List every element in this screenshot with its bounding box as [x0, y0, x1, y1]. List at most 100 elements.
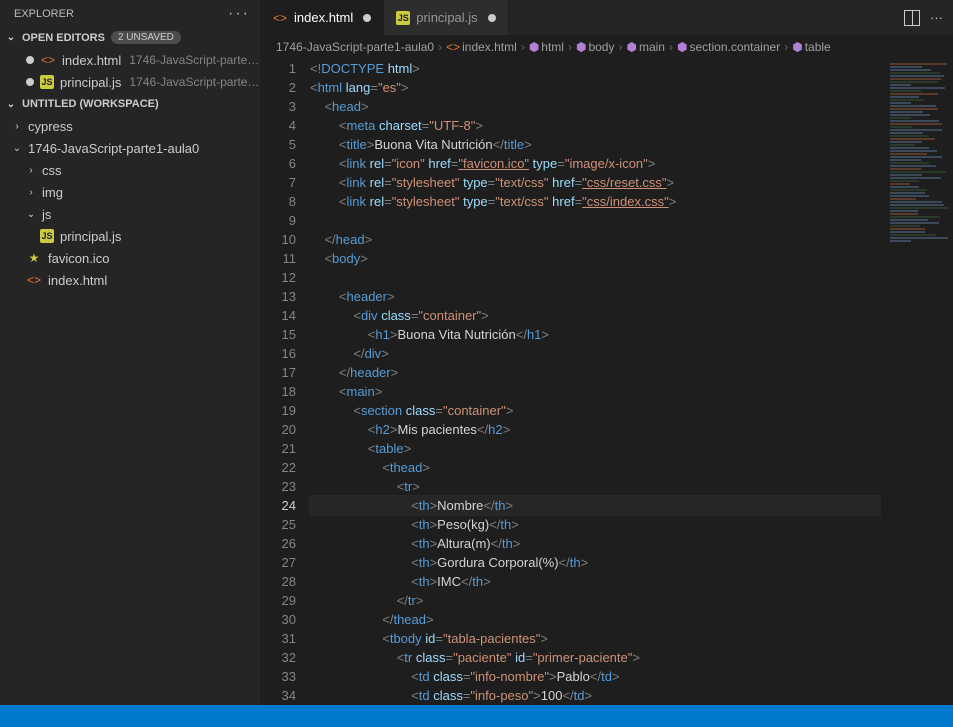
split-editor-icon[interactable]: [904, 10, 920, 26]
tab-bar: <>index.htmlJSprincipal.js ···: [260, 0, 953, 35]
code-line[interactable]: <div class="container">: [310, 306, 881, 325]
folder-item[interactable]: ›cypress: [0, 115, 260, 137]
line-number: 29: [260, 591, 296, 610]
folder-item[interactable]: ›img: [0, 181, 260, 203]
code-line[interactable]: </div>: [310, 344, 881, 363]
chevron-down-icon: ⌄: [6, 32, 16, 43]
code-line[interactable]: <td class="info-nombre">Pablo</td>: [310, 667, 881, 686]
code-line[interactable]: <body>: [310, 249, 881, 268]
code-line[interactable]: [310, 268, 881, 287]
chevron-down-icon: ⌄: [12, 143, 22, 154]
line-number: 11: [260, 249, 296, 268]
line-number: 12: [260, 268, 296, 287]
open-editor-item[interactable]: <>index.html1746-JavaScript-parte1-a...: [0, 49, 260, 71]
code-line[interactable]: <td class="info-peso">100</td>: [310, 686, 881, 705]
line-number: 14: [260, 306, 296, 325]
file-name: index.html: [62, 53, 121, 68]
code-editor[interactable]: 1234567891011121314151617181920212223242…: [260, 59, 953, 727]
breadcrumb-item[interactable]: ⬢html: [529, 40, 564, 54]
open-editors-header[interactable]: ⌄ OPEN EDITORS 2 UNSAVED: [0, 28, 260, 47]
code-line[interactable]: <th>Nombre</th>: [310, 496, 881, 515]
line-number: 33: [260, 667, 296, 686]
code-line[interactable]: <tbody id="tabla-pacientes">: [310, 629, 881, 648]
code-line[interactable]: </tr>: [310, 591, 881, 610]
modified-dot-icon: [488, 14, 496, 22]
symbol-icon: ⬢: [576, 40, 586, 54]
symbol-icon: ⬢: [529, 40, 539, 54]
code-line[interactable]: <th>Gordura Corporal(%)</th>: [310, 553, 881, 572]
code-line[interactable]: <title>Buona Vita Nutrición</title>: [310, 135, 881, 154]
folder-item[interactable]: ›css: [0, 159, 260, 181]
code-line[interactable]: <meta charset="UTF-8">: [310, 116, 881, 135]
code-line[interactable]: </thead>: [310, 610, 881, 629]
code-content[interactable]: <!DOCTYPE html><html lang="es"> <head> <…: [310, 59, 881, 727]
explorer-more-icon[interactable]: ···: [228, 5, 250, 23]
code-line[interactable]: <thead>: [310, 458, 881, 477]
folder-item[interactable]: ⌄1746-JavaScript-parte1-aula0: [0, 137, 260, 159]
code-line[interactable]: <th>Altura(m)</th>: [310, 534, 881, 553]
code-line[interactable]: <h1>Buona Vita Nutrición</h1>: [310, 325, 881, 344]
code-line[interactable]: <head>: [310, 97, 881, 116]
breadcrumb-item[interactable]: 1746-JavaScript-parte1-aula0: [276, 40, 434, 54]
html-file-icon: <>: [40, 52, 56, 68]
line-number: 2: [260, 78, 296, 97]
js-file-icon: JS: [40, 75, 54, 89]
line-number: 6: [260, 154, 296, 173]
code-line[interactable]: </head>: [310, 230, 881, 249]
code-line[interactable]: </header>: [310, 363, 881, 382]
code-line[interactable]: <th>Peso(kg)</th>: [310, 515, 881, 534]
code-line[interactable]: <main>: [310, 382, 881, 401]
chevron-right-icon: ›: [26, 187, 36, 198]
tab-label: index.html: [294, 10, 353, 25]
line-number: 5: [260, 135, 296, 154]
line-number: 24: [260, 496, 296, 515]
code-line[interactable]: <html lang="es">: [310, 78, 881, 97]
code-line[interactable]: <th>IMC</th>: [310, 572, 881, 591]
file-item[interactable]: ★favicon.ico: [0, 247, 260, 269]
code-line[interactable]: <!DOCTYPE html>: [310, 59, 881, 78]
item-label: css: [42, 163, 62, 178]
line-number: 23: [260, 477, 296, 496]
breadcrumb-separator-icon: ›: [618, 40, 622, 54]
line-number: 26: [260, 534, 296, 553]
breadcrumb-item[interactable]: ⬢body: [576, 40, 615, 54]
file-path: 1746-JavaScript-parte1-a...: [129, 75, 260, 89]
line-number: 16: [260, 344, 296, 363]
explorer-sidebar: EXPLORER ··· ⌄ OPEN EDITORS 2 UNSAVED <>…: [0, 0, 260, 727]
code-line[interactable]: <table>: [310, 439, 881, 458]
code-line[interactable]: <link rel="icon" href="favicon.ico" type…: [310, 154, 881, 173]
breadcrumb-item[interactable]: ⬢main: [626, 40, 665, 54]
line-number: 32: [260, 648, 296, 667]
breadcrumb-item[interactable]: <>index.html: [446, 40, 517, 54]
breadcrumb-separator-icon: ›: [438, 40, 442, 54]
file-item[interactable]: JSprincipal.js: [0, 225, 260, 247]
code-line[interactable]: <h2>Mis pacientes</h2>: [310, 420, 881, 439]
breadcrumb[interactable]: 1746-JavaScript-parte1-aula0 › <>index.htm…: [260, 35, 953, 59]
line-number: 17: [260, 363, 296, 382]
tab-actions: ···: [894, 0, 953, 35]
code-line[interactable]: <section class="container">: [310, 401, 881, 420]
workspace-label: UNTITLED (WORKSPACE): [22, 98, 159, 110]
code-line[interactable]: <tr class="paciente" id="primer-paciente…: [310, 648, 881, 667]
code-line[interactable]: <header>: [310, 287, 881, 306]
open-editor-item[interactable]: JS principal.js 1746-JavaScript-parte1-a..…: [0, 71, 260, 93]
line-number: 21: [260, 439, 296, 458]
editor-tab[interactable]: JSprincipal.js: [384, 0, 508, 35]
breadcrumb-item[interactable]: ⬢table: [792, 40, 831, 54]
editor-tab[interactable]: <>index.html: [260, 0, 384, 35]
code-line[interactable]: <tr>: [310, 477, 881, 496]
explorer-title: EXPLORER: [14, 8, 74, 20]
workspace-header[interactable]: ⌄ UNTITLED (WORKSPACE): [0, 95, 260, 113]
status-bar[interactable]: [0, 705, 953, 727]
line-number: 20: [260, 420, 296, 439]
line-number: 18: [260, 382, 296, 401]
folder-item[interactable]: ⌄js: [0, 203, 260, 225]
file-item[interactable]: <>index.html: [0, 269, 260, 291]
minimap[interactable]: [881, 59, 953, 727]
breadcrumb-item[interactable]: ⬢section.container: [677, 40, 780, 54]
code-line[interactable]: <link rel="stylesheet" type="text/css" h…: [310, 173, 881, 192]
file-name: principal.js: [60, 75, 121, 90]
more-actions-icon[interactable]: ···: [930, 10, 943, 25]
code-line[interactable]: <link rel="stylesheet" type="text/css" h…: [310, 192, 881, 211]
code-line[interactable]: [310, 211, 881, 230]
